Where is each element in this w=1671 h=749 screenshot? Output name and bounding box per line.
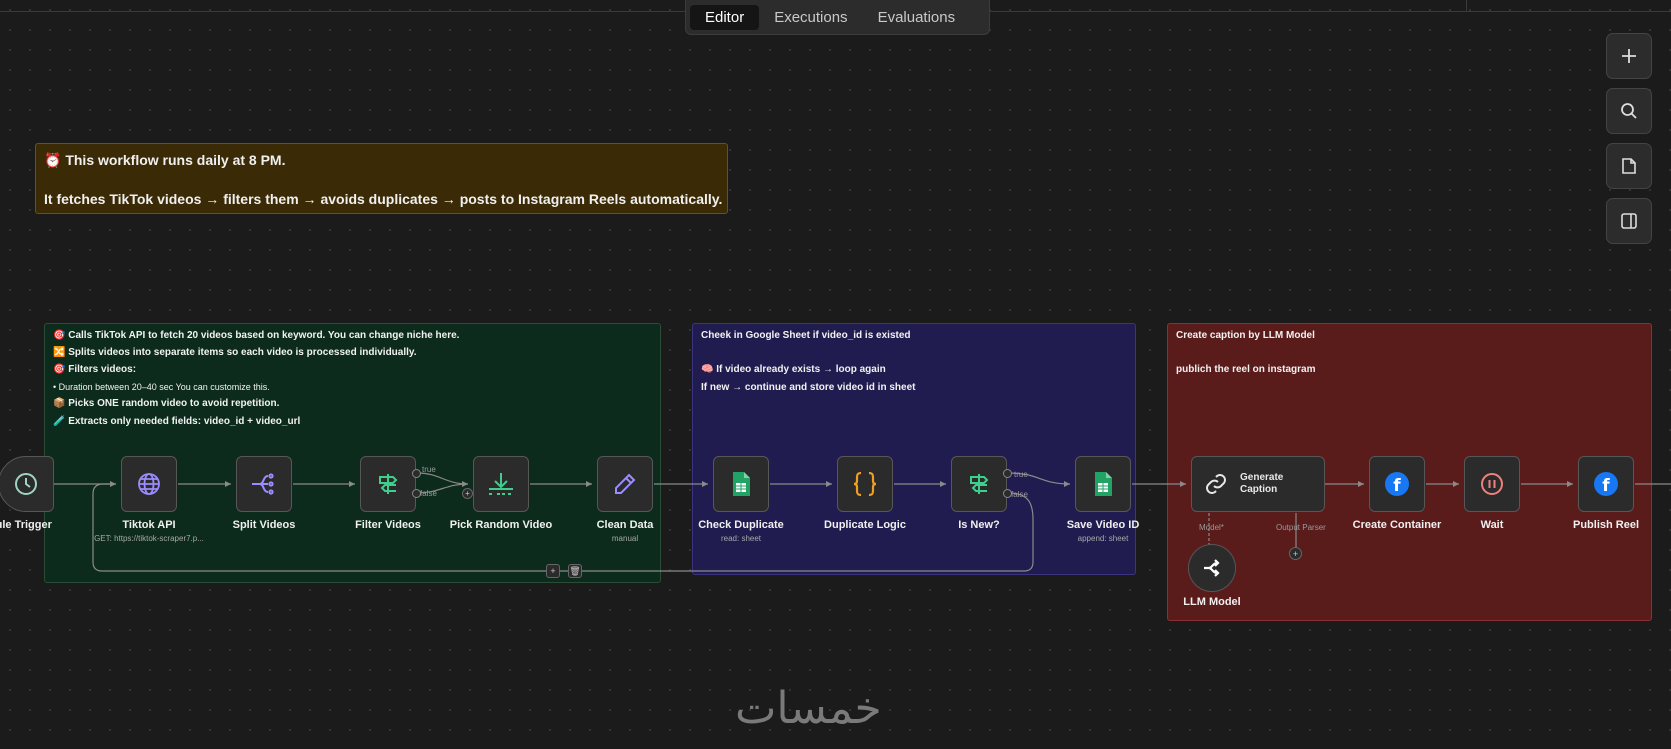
arrow bbox=[225, 481, 231, 487]
node-check-duplicate[interactable] bbox=[713, 456, 769, 512]
node-label: Check Duplicate bbox=[698, 519, 784, 531]
add-node-on-connection-button[interactable]: + bbox=[546, 564, 560, 578]
node-label: Pick Random Video bbox=[449, 519, 553, 531]
node-wait[interactable] bbox=[1464, 456, 1520, 512]
arrow bbox=[1064, 481, 1070, 487]
arrow bbox=[1180, 481, 1186, 487]
connections bbox=[54, 472, 1671, 572]
node-filter-videos[interactable] bbox=[360, 456, 416, 512]
true-label: true bbox=[422, 465, 436, 474]
arrow bbox=[110, 481, 116, 487]
node-label: hedule Trigger bbox=[0, 519, 52, 531]
link-icon bbox=[1206, 474, 1226, 494]
caption-node-title-line2: Caption bbox=[1240, 484, 1278, 495]
node-generate-caption[interactable]: Generate Caption bbox=[1191, 456, 1325, 512]
arrow bbox=[349, 481, 355, 487]
download-icon bbox=[489, 473, 513, 495]
node-schedule-trigger[interactable] bbox=[0, 456, 54, 512]
arrow bbox=[1453, 481, 1459, 487]
openrouter-icon bbox=[1204, 559, 1220, 577]
caption-node-title: Generate Caption bbox=[1240, 472, 1283, 496]
node-publish-reel[interactable]: f bbox=[1578, 456, 1634, 512]
clock-icon bbox=[15, 473, 37, 495]
true-output-port[interactable] bbox=[1003, 469, 1012, 478]
watermark-logo: خمسات bbox=[735, 683, 882, 734]
node-subtitle: append: sheet bbox=[1077, 534, 1129, 543]
true-label: true bbox=[1014, 470, 1028, 479]
node-pick-random-video[interactable] bbox=[473, 456, 529, 512]
signpost-icon bbox=[970, 474, 989, 494]
node-subtitle: GET: https://tiktok-scraper7.p... bbox=[94, 534, 204, 543]
facebook-icon: f bbox=[1594, 472, 1618, 496]
node-label: LLM Model bbox=[1183, 596, 1241, 608]
google-sheets-icon bbox=[1095, 472, 1112, 496]
arrow bbox=[940, 481, 946, 487]
connection bbox=[416, 472, 469, 485]
node-label: Save Video ID bbox=[1066, 519, 1140, 531]
pause-circle-icon bbox=[1481, 473, 1503, 495]
model-input-label: Model* bbox=[1199, 523, 1224, 532]
false-label: false bbox=[420, 489, 437, 498]
node-label: Publish Reel bbox=[1572, 519, 1640, 531]
split-icon bbox=[252, 473, 274, 495]
signpost-icon bbox=[379, 474, 398, 494]
code-braces-icon bbox=[853, 471, 877, 497]
node-is-new[interactable] bbox=[951, 456, 1007, 512]
delete-connection-button[interactable]: 🗑 bbox=[568, 564, 582, 578]
globe-icon bbox=[138, 473, 160, 495]
node-save-video-id[interactable] bbox=[1075, 456, 1131, 512]
arrow bbox=[462, 481, 468, 487]
google-sheets-icon bbox=[733, 472, 750, 496]
arrow bbox=[1358, 481, 1364, 487]
add-false-branch-button[interactable]: + bbox=[462, 488, 473, 499]
node-label: Split Videos bbox=[232, 519, 296, 531]
node-llm-model[interactable] bbox=[1188, 544, 1236, 592]
node-clean-data[interactable] bbox=[597, 456, 653, 512]
add-output-parser-button[interactable]: + bbox=[1289, 547, 1302, 560]
node-tiktok-api[interactable] bbox=[121, 456, 177, 512]
true-output-port[interactable] bbox=[412, 469, 421, 478]
pencil-icon bbox=[615, 473, 636, 494]
node-duplicate-logic[interactable] bbox=[837, 456, 893, 512]
node-label: Is New? bbox=[958, 519, 1000, 531]
false-label: false bbox=[1011, 490, 1028, 499]
arrow bbox=[1567, 481, 1573, 487]
node-create-container[interactable]: f bbox=[1369, 456, 1425, 512]
arrow bbox=[586, 481, 592, 487]
node-split-videos[interactable] bbox=[236, 456, 292, 512]
caption-node-title-line1: Generate bbox=[1240, 472, 1284, 483]
output-parser-label: Output Parser bbox=[1276, 523, 1326, 532]
arrow bbox=[826, 481, 832, 487]
arrow bbox=[702, 481, 708, 487]
node-subtitle: read: sheet bbox=[720, 534, 762, 543]
facebook-icon: f bbox=[1385, 472, 1409, 496]
